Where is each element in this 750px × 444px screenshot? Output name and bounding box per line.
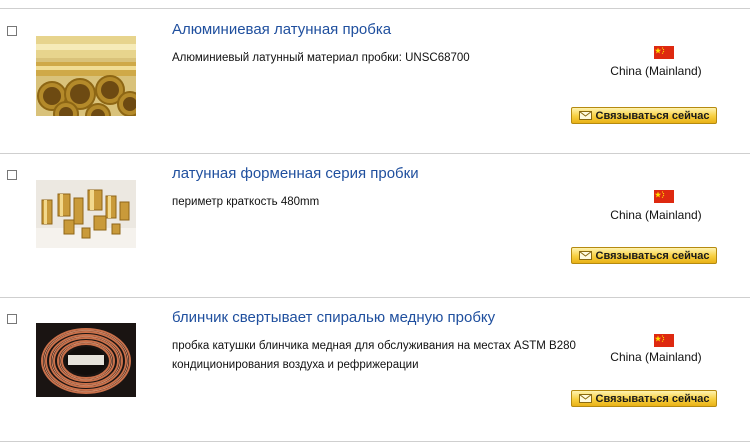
product-image[interactable] — [36, 180, 136, 248]
country-label: China (Mainland) — [610, 208, 702, 222]
product-title-link[interactable]: блинчик свертывает спиралью медную пробк… — [172, 309, 495, 326]
copper-coil-photo — [36, 323, 136, 397]
product-title-link[interactable]: латунная форменная серия пробки — [172, 165, 419, 182]
china-flag-icon — [654, 46, 674, 59]
product-description: Алюминиевый латунный материал пробки: UN… — [172, 52, 470, 64]
product-image[interactable] — [36, 323, 136, 397]
product-description: пробка катушки блинчика медная для обслу… — [172, 340, 576, 371]
envelope-icon — [578, 394, 592, 403]
select-checkbox[interactable] — [7, 26, 17, 36]
china-flag-icon — [654, 334, 674, 347]
product-title-link[interactable]: Алюминиевая латунная пробка — [172, 21, 391, 38]
product-row: латунная форменная серия пробки периметр… — [0, 153, 750, 298]
envelope-icon — [578, 111, 592, 120]
contact-now-button[interactable]: Связываться сейчас — [571, 107, 717, 124]
product-row: Алюминиевая латунная пробка Алюминиевый … — [0, 9, 750, 154]
brass-tubes-photo — [36, 36, 136, 116]
country-label: China (Mainland) — [610, 64, 702, 78]
contact-button-label: Связываться сейчас — [595, 109, 710, 122]
envelope-icon — [578, 251, 592, 260]
product-row: блинчик свертывает спиралью медную пробк… — [0, 297, 750, 442]
china-flag-icon — [654, 190, 674, 203]
brass-fittings-photo — [36, 180, 136, 248]
country-label: China (Mainland) — [610, 350, 702, 364]
product-image[interactable] — [36, 36, 136, 116]
contact-button-label: Связываться сейчас — [595, 249, 710, 262]
contact-button-label: Связываться сейчас — [595, 392, 710, 405]
select-checkbox[interactable] — [7, 170, 17, 180]
select-checkbox[interactable] — [7, 314, 17, 324]
contact-now-button[interactable]: Связываться сейчас — [571, 247, 717, 264]
contact-now-button[interactable]: Связываться сейчас — [571, 390, 717, 407]
row-divider — [0, 441, 750, 442]
product-description: периметр краткость 480mm — [172, 196, 320, 208]
